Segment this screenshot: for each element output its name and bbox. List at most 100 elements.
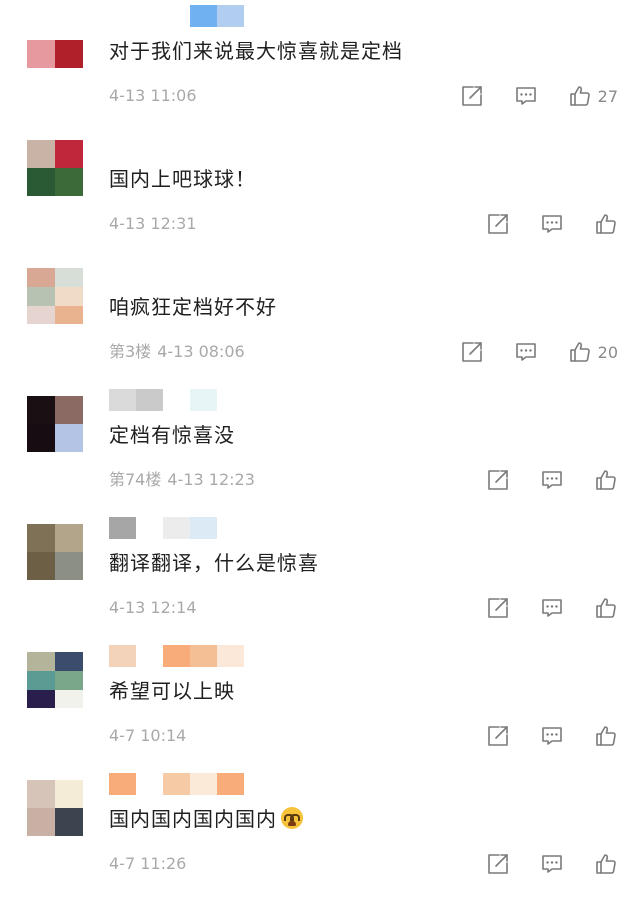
comment-actions [456, 466, 618, 494]
like-button[interactable] [594, 212, 618, 236]
avatar-mosaic-cell [27, 287, 55, 306]
comment-icon [540, 212, 564, 236]
comment-text-content: 国内上吧球球！ [109, 167, 256, 191]
comment-actions: 27 [430, 82, 618, 110]
share-icon [486, 212, 510, 236]
username-mosaic-block [217, 773, 244, 795]
comment-button[interactable] [540, 468, 564, 492]
comment-button[interactable] [540, 852, 564, 876]
comment-item: 咱疯狂定档好不好第3楼 4-13 08:06 20 [0, 258, 640, 386]
crying-emoji-icon [281, 807, 303, 829]
like-icon [594, 212, 618, 236]
username-blurred[interactable] [109, 516, 289, 540]
username-mosaic-block [109, 389, 136, 411]
share-button[interactable] [486, 212, 510, 236]
avatar-mosaic-cell [27, 690, 55, 708]
avatar-mosaic-cell [55, 808, 83, 836]
avatar-mosaic-cell [55, 40, 83, 68]
username-mosaic-block [109, 261, 136, 283]
avatar-mosaic-cell [55, 287, 83, 306]
username-mosaic-block [217, 517, 244, 539]
comment-time: 4-7 11:26 [109, 854, 187, 873]
username-blurred[interactable] [109, 4, 289, 28]
like-icon [594, 724, 618, 748]
avatar[interactable] [27, 12, 83, 68]
like-button[interactable] [594, 852, 618, 876]
avatar-mosaic-cell [27, 671, 55, 690]
avatar[interactable] [27, 524, 83, 580]
comment-text: 定档有惊喜没 [109, 420, 235, 450]
share-button[interactable] [486, 724, 510, 748]
username-mosaic-block [217, 133, 244, 155]
username-mosaic-block [163, 389, 190, 411]
comment-button[interactable] [540, 596, 564, 620]
share-button[interactable] [460, 84, 484, 108]
username-mosaic-block [109, 5, 136, 27]
comment-time: 4-13 08:06 [157, 342, 245, 361]
comment-button[interactable] [514, 84, 538, 108]
avatar[interactable] [27, 652, 83, 708]
comment-item: 翻译翻译，什么是惊喜 4-13 12:14 [0, 514, 640, 642]
username-mosaic-block [136, 517, 163, 539]
like-button[interactable] [594, 724, 618, 748]
username-blurred[interactable] [109, 644, 289, 668]
username-mosaic-block [163, 261, 190, 283]
share-button[interactable] [486, 468, 510, 492]
avatar[interactable] [27, 780, 83, 836]
avatar-mosaic-cell [27, 168, 55, 196]
like-button[interactable]: 20 [568, 340, 618, 364]
username-mosaic-block [136, 133, 163, 155]
share-icon [486, 596, 510, 620]
floor-number: 第3楼 [109, 342, 152, 361]
username-mosaic-block [190, 389, 217, 411]
avatar[interactable] [27, 140, 83, 196]
share-button[interactable] [460, 340, 484, 364]
share-icon [486, 468, 510, 492]
avatar[interactable] [27, 396, 83, 452]
comment-text: 咱疯狂定档好不好 [109, 292, 277, 322]
comment-text-content: 定档有惊喜没 [109, 423, 235, 447]
username-blurred[interactable] [109, 260, 289, 284]
username-mosaic-block [190, 261, 217, 283]
comment-item: 国内上吧球球！ 4-13 12:31 [0, 130, 640, 258]
comment-item: 希望可以上映 4-7 10:14 [0, 642, 640, 770]
comment-icon [540, 852, 564, 876]
share-button[interactable] [486, 852, 510, 876]
comment-text-content: 国内国内国内国内 [109, 807, 277, 831]
avatar-mosaic-cell [55, 780, 83, 808]
comment-button[interactable] [540, 724, 564, 748]
avatar[interactable] [27, 268, 83, 324]
username-blurred[interactable] [109, 132, 289, 156]
comment-button[interactable] [514, 340, 538, 364]
username-mosaic-block [163, 5, 190, 27]
comment-icon [514, 340, 538, 364]
like-button[interactable] [594, 596, 618, 620]
avatar-mosaic-cell [55, 690, 83, 708]
username-blurred[interactable] [109, 772, 289, 796]
share-icon [486, 724, 510, 748]
username-mosaic-block [163, 645, 190, 667]
comment-time: 4-13 11:06 [109, 86, 197, 105]
like-icon [594, 596, 618, 620]
like-icon [568, 84, 592, 108]
username-mosaic-block [109, 645, 136, 667]
avatar-mosaic-cell [55, 396, 83, 424]
comment-button[interactable] [540, 212, 564, 236]
avatar-mosaic-cell [55, 306, 83, 324]
comment-meta: 第74楼 4-13 12:23 [109, 468, 255, 492]
comment-actions [456, 722, 618, 750]
share-button[interactable] [486, 596, 510, 620]
comment-item: 定档有惊喜没 第74楼 4-13 12:23 [0, 386, 640, 514]
avatar-mosaic-cell [27, 424, 55, 452]
username-blurred[interactable] [109, 388, 289, 412]
like-button[interactable]: 27 [568, 84, 618, 108]
share-icon [460, 84, 484, 108]
like-button[interactable] [594, 468, 618, 492]
comment-text-content: 翻译翻译，什么是惊喜 [109, 551, 319, 575]
username-mosaic-block [190, 773, 217, 795]
share-icon [460, 340, 484, 364]
comment-icon [514, 84, 538, 108]
username-mosaic-block [217, 645, 244, 667]
like-count: 27 [597, 86, 618, 106]
comment-actions [456, 850, 618, 878]
